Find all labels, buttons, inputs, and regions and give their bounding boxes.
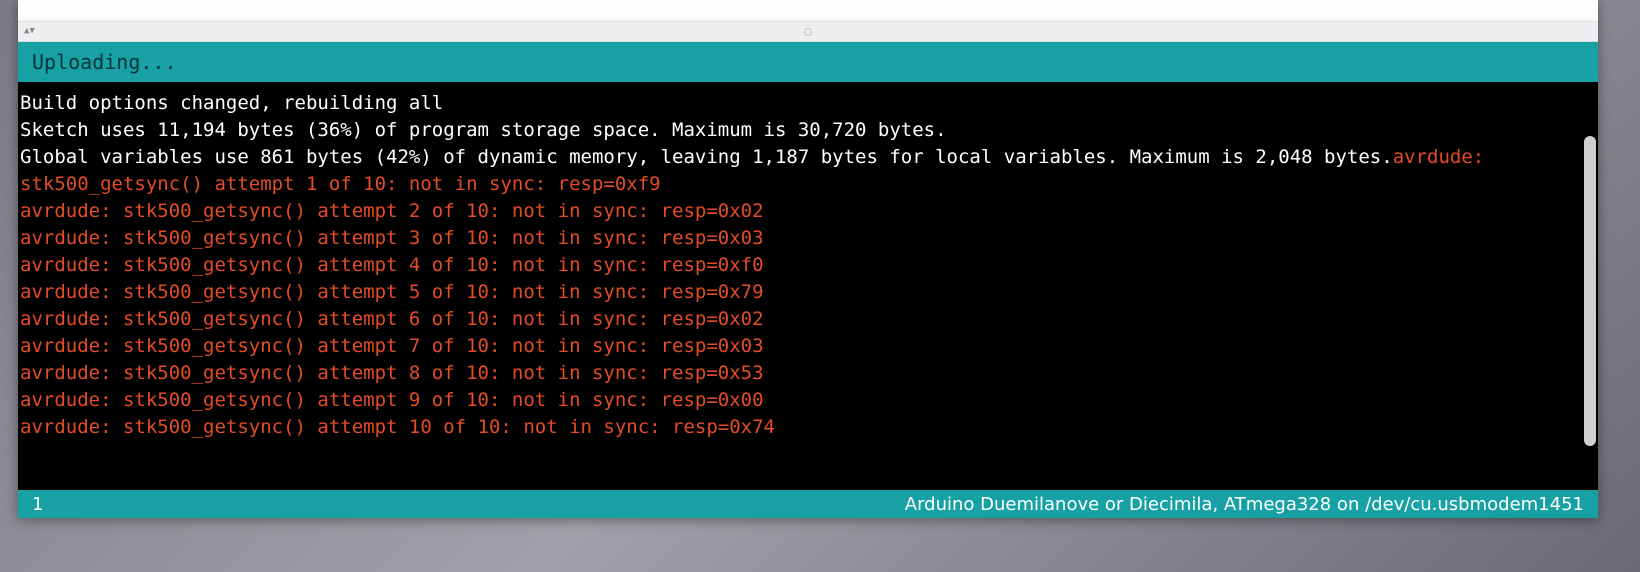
footer-status-bar: 1 Arduino Duemilanove or Diecimila, ATme…: [18, 490, 1598, 518]
console-error-line: avrdude: stk500_getsync() attempt 9 of 1…: [20, 387, 1596, 414]
code-editor-area[interactable]: [18, 0, 1598, 22]
console-error-line: stk500_getsync() attempt 1 of 10: not in…: [20, 171, 1596, 198]
status-label: Uploading...: [32, 50, 177, 74]
console-error-line: avrdude: stk500_getsync() attempt 3 of 1…: [20, 225, 1596, 252]
console-error-line: avrdude: stk500_getsync() attempt 8 of 1…: [20, 360, 1596, 387]
collapse-expand-arrows-icon[interactable]: ▲▼: [24, 27, 34, 36]
console-error-line: avrdude: stk500_getsync() attempt 2 of 1…: [20, 198, 1596, 225]
console-line: Sketch uses 11,194 bytes (36%) of progra…: [20, 117, 1596, 144]
output-console[interactable]: Build options changed, rebuilding all Sk…: [18, 82, 1598, 490]
progress-spinner-icon: ◌: [804, 24, 812, 39]
console-error-line: avrdude: stk500_getsync() attempt 10 of …: [20, 414, 1596, 441]
console-error-line: avrdude: stk500_getsync() attempt 4 of 1…: [20, 252, 1596, 279]
line-number-indicator: 1: [32, 494, 43, 515]
console-error-text: avrdude:: [1393, 146, 1496, 168]
console-error-line: avrdude: stk500_getsync() attempt 7 of 1…: [20, 333, 1596, 360]
panel-divider-toolbar[interactable]: ▲▼ ◌: [18, 22, 1598, 42]
console-error-line: avrdude: stk500_getsync() attempt 5 of 1…: [20, 279, 1596, 306]
arduino-ide-window: ▲▼ ◌ Uploading... Build options changed,…: [18, 0, 1598, 518]
console-line: Build options changed, rebuilding all: [20, 90, 1596, 117]
console-scrollbar[interactable]: [1584, 136, 1596, 446]
console-line: Global variables use 861 bytes (42%) of …: [20, 144, 1596, 171]
status-bar: Uploading...: [18, 42, 1598, 82]
console-error-line: avrdude: stk500_getsync() attempt 6 of 1…: [20, 306, 1596, 333]
board-port-indicator: Arduino Duemilanove or Diecimila, ATmega…: [905, 494, 1584, 515]
console-text: Global variables use 861 bytes (42%) of …: [20, 146, 1393, 168]
